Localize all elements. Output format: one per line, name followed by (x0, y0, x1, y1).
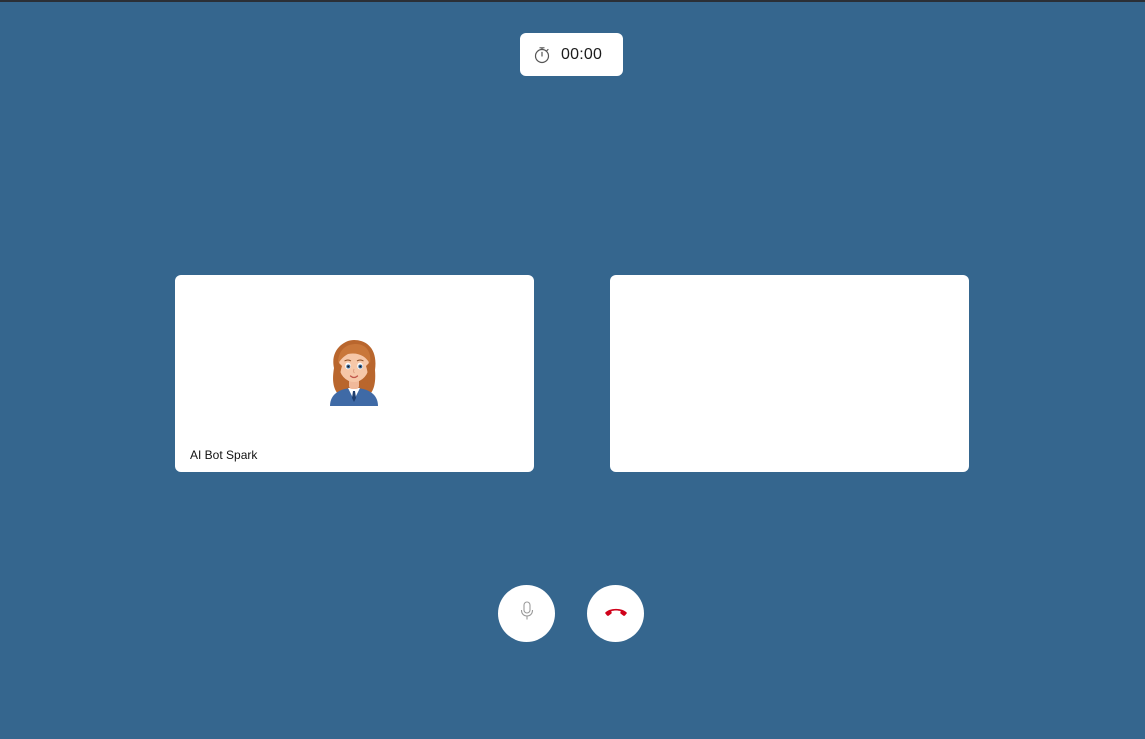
mute-button[interactable] (498, 585, 555, 642)
participant-tile-bot: AI Bot Spark (175, 275, 534, 472)
stopwatch-icon (533, 46, 551, 64)
timer-value: 00:00 (561, 45, 603, 63)
participant-name: AI Bot Spark (190, 448, 258, 462)
hang-up-button[interactable] (587, 585, 644, 642)
avatar (326, 338, 382, 406)
participant-tile-user (610, 275, 969, 472)
microphone-icon (519, 601, 535, 626)
window-top-border (0, 0, 1145, 2)
phone-hangup-icon (604, 605, 628, 623)
call-timer: 00:00 (520, 33, 623, 76)
